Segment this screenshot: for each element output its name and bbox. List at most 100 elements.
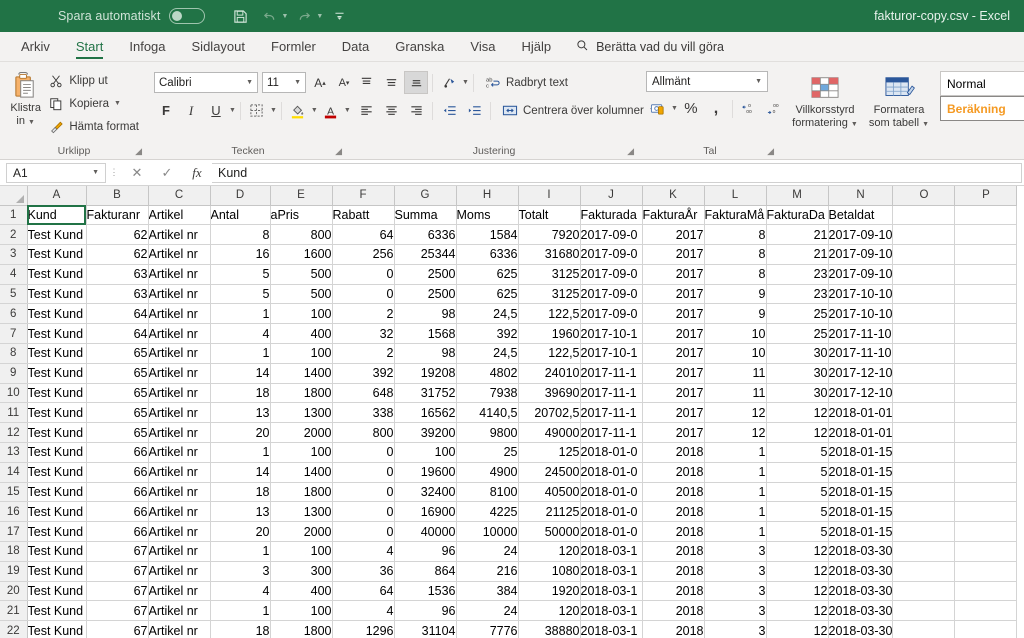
cell-H17[interactable]: 10000 [456, 521, 519, 543]
cell-C4[interactable]: Artikel nr [148, 264, 211, 285]
cell-E14[interactable]: 1400 [270, 462, 333, 483]
cell-I12[interactable]: 49000 [518, 422, 581, 444]
tab-hjalp[interactable]: Hjälp [508, 32, 564, 61]
column-header-b[interactable]: B [86, 186, 149, 206]
cell-B9[interactable]: 65 [86, 363, 149, 384]
column-header-f[interactable]: F [332, 186, 395, 206]
row-header-7[interactable]: 7 [0, 323, 28, 345]
cell-O12[interactable] [892, 422, 956, 444]
cell-C20[interactable]: Artikel nr [148, 581, 211, 602]
undo-icon[interactable] [256, 4, 282, 28]
cell-P20[interactable] [954, 581, 1018, 602]
cell-A16[interactable]: Test Kund [27, 501, 87, 523]
cell-P17[interactable] [954, 521, 1018, 543]
cell-H3[interactable]: 6336 [456, 244, 519, 265]
cell-I14[interactable]: 24500 [518, 462, 581, 483]
cell-M10[interactable]: 30 [766, 383, 829, 404]
row-header-3[interactable]: 3 [0, 244, 28, 265]
cell-N2[interactable]: 2017-09-10 [828, 224, 894, 246]
column-header-h[interactable]: H [456, 186, 519, 206]
column-header-n[interactable]: N [828, 186, 894, 206]
percent-format-button[interactable]: % [679, 97, 703, 120]
cell-P19[interactable] [954, 561, 1018, 582]
cell-I10[interactable]: 39690 [518, 383, 581, 404]
row-header-6[interactable]: 6 [0, 303, 28, 325]
cell-D9[interactable]: 14 [210, 363, 271, 384]
cell-P10[interactable] [954, 383, 1018, 404]
cell-L22[interactable]: 3 [704, 620, 767, 638]
cell-A18[interactable]: Test Kund [27, 541, 87, 562]
cell-F15[interactable]: 0 [332, 482, 395, 503]
cell-style-berakning[interactable]: Beräkning [940, 96, 1024, 121]
cell-H9[interactable]: 4802 [456, 363, 519, 384]
autosave-control[interactable]: Spara automatiskt [58, 8, 206, 24]
cell-J7[interactable]: 2017-10-1 [580, 323, 643, 345]
cell-B10[interactable]: 65 [86, 383, 149, 404]
cell-I8[interactable]: 122,5 [518, 343, 581, 364]
cell-B4[interactable]: 63 [86, 264, 149, 285]
cell-O16[interactable] [892, 501, 956, 523]
cell-I9[interactable]: 24010 [518, 363, 581, 384]
format-as-table-button[interactable]: Formatera som tabell ▼ [864, 69, 934, 131]
cell-M18[interactable]: 12 [766, 541, 829, 562]
cell-N13[interactable]: 2018-01-15 [828, 442, 894, 463]
row-header-15[interactable]: 15 [0, 482, 28, 503]
cell-J6[interactable]: 2017-09-0 [580, 303, 643, 325]
row-header-12[interactable]: 12 [0, 422, 28, 444]
cell-J5[interactable]: 2017-09-0 [580, 284, 643, 305]
align-center-button[interactable] [379, 99, 403, 122]
cell-K12[interactable]: 2017 [642, 422, 705, 444]
cell-M12[interactable]: 12 [766, 422, 829, 444]
cell-I3[interactable]: 31680 [518, 244, 581, 265]
cell-B3[interactable]: 62 [86, 244, 149, 265]
cell-H6[interactable]: 24,5 [456, 303, 519, 325]
cell-H2[interactable]: 1584 [456, 224, 519, 246]
cell-K13[interactable]: 2018 [642, 442, 705, 463]
cell-E16[interactable]: 1300 [270, 501, 333, 523]
cell-B15[interactable]: 66 [86, 482, 149, 503]
cell-L4[interactable]: 8 [704, 264, 767, 285]
cell-G3[interactable]: 25344 [394, 244, 457, 265]
redo-dropdown-icon[interactable]: ▼ [316, 13, 323, 20]
cell-K11[interactable]: 2017 [642, 402, 705, 424]
bold-button[interactable]: F [154, 99, 178, 122]
tab-data[interactable]: Data [329, 32, 382, 61]
cell-M2[interactable]: 21 [766, 224, 829, 246]
cell-H10[interactable]: 7938 [456, 383, 519, 404]
cell-F5[interactable]: 0 [332, 284, 395, 305]
cell-G4[interactable]: 2500 [394, 264, 457, 285]
cell-J20[interactable]: 2018-03-1 [580, 581, 643, 602]
column-header-j[interactable]: J [580, 186, 643, 206]
cell-F18[interactable]: 4 [332, 541, 395, 562]
cell-E11[interactable]: 1300 [270, 402, 333, 424]
cell-K7[interactable]: 2017 [642, 323, 705, 345]
cell-N16[interactable]: 2018-01-15 [828, 501, 894, 523]
tab-start[interactable]: Start [63, 32, 116, 61]
cell-B22[interactable]: 67 [86, 620, 149, 638]
column-header-d[interactable]: D [210, 186, 271, 206]
cell-C15[interactable]: Artikel nr [148, 482, 211, 503]
cell-J9[interactable]: 2017-11-1 [580, 363, 643, 384]
cell-N8[interactable]: 2017-11-10 [828, 343, 894, 364]
cell-G1[interactable]: Summa [394, 205, 457, 226]
cell-O18[interactable] [892, 541, 956, 562]
cell-A17[interactable]: Test Kund [27, 521, 87, 543]
cell-D20[interactable]: 4 [210, 581, 271, 602]
row-header-9[interactable]: 9 [0, 363, 28, 384]
column-header-c[interactable]: C [148, 186, 211, 206]
align-top-button[interactable] [354, 71, 378, 94]
cell-D21[interactable]: 1 [210, 600, 271, 622]
cell-K17[interactable]: 2018 [642, 521, 705, 543]
cell-K2[interactable]: 2017 [642, 224, 705, 246]
cell-F16[interactable]: 0 [332, 501, 395, 523]
autosave-toggle[interactable] [169, 8, 206, 24]
cell-P2[interactable] [954, 224, 1018, 246]
merge-center-button[interactable]: Centrera över kolumner ▼ [499, 99, 659, 122]
urklipp-dialog-launcher[interactable]: ◢ [135, 146, 142, 157]
cell-A2[interactable]: Test Kund [27, 224, 87, 246]
row-header-14[interactable]: 14 [0, 462, 28, 483]
column-header-e[interactable]: E [270, 186, 333, 206]
cell-M21[interactable]: 12 [766, 600, 829, 622]
cell-K20[interactable]: 2018 [642, 581, 705, 602]
cell-A10[interactable]: Test Kund [27, 383, 87, 404]
